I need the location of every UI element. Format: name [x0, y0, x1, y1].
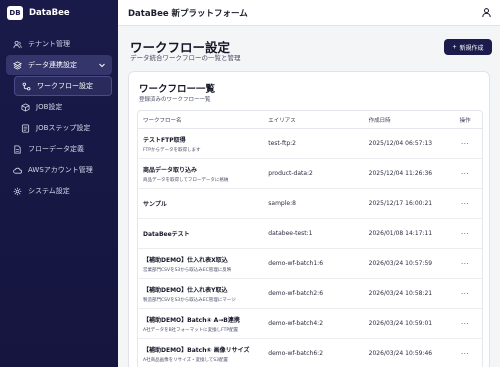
gear-icon — [12, 186, 22, 196]
main-content: ワークフロー設定 データ統合ワークフローの一覧と管理 + 新規作成 ワークフロー… — [118, 27, 500, 367]
column-header-actions: 操作 — [459, 117, 471, 124]
brand-logo: DB — [7, 6, 23, 20]
workflow-name: 【補助DEMO】仕入れ表Y取込 — [143, 286, 228, 294]
workflow-alias: demo-wf-batch6:2 — [268, 350, 324, 357]
sidebar-item-tenant[interactable]: テナント管理 — [6, 34, 112, 54]
workflow-created-at: 2025/12/04 06:57:13 — [368, 140, 433, 147]
app-title: DataBee 新プラットフォーム — [128, 8, 248, 19]
new-button-label: 新規作成 — [459, 45, 484, 52]
workflow-description: A社データをB社フォーマットに変換しFTP配置 — [143, 327, 239, 333]
top-bar: DataBee 新プラットフォーム — [118, 0, 500, 26]
workflow-alias: databee-test:1 — [268, 230, 313, 237]
workflow-name: 商品データ取り込み — [143, 166, 198, 174]
table-row[interactable]: 【補助DEMO】Batch⑥ 画像リサイズ A社商品画像をリサイズ・変換してS3配… — [138, 339, 482, 367]
brand[interactable]: DB DataBee — [0, 0, 118, 26]
workflow-created-at: 2025/12/04 11:26:36 — [368, 170, 433, 177]
new-workflow-button[interactable]: + 新規作成 — [444, 39, 492, 55]
workflow-alias: demo-wf-batch1:6 — [268, 260, 324, 267]
workflow-table: ワークフロー名 エイリアス 作成日時 操作 テストFTP取得 FTPからデータを取… — [137, 110, 483, 367]
user-icon[interactable] — [481, 7, 492, 18]
table-row[interactable]: 【補助DEMO】Batch④ A→B連携 A社データをB社フォーマットに変換しFT… — [138, 309, 482, 339]
workflow-description: A社商品画像をリサイズ・変換してS3配置 — [143, 357, 229, 363]
sidebar-item-job[interactable]: JOB設定 — [14, 97, 112, 117]
workflow-icon — [21, 81, 31, 91]
sidebar-item-workflow[interactable]: ワークフロー設定 — [14, 76, 112, 96]
page-subtitle: データ統合ワークフローの一覧と管理 — [130, 54, 241, 62]
more-actions-icon[interactable]: ··· — [448, 140, 482, 148]
column-header-name[interactable]: ワークフロー名 — [138, 116, 268, 124]
layers-icon — [12, 60, 22, 70]
workflow-created-at: 2026/03/24 10:59:46 — [368, 350, 433, 357]
table-row[interactable]: 商品データ取り込み商品データを取得してフローデータに格納 product-dat… — [138, 159, 482, 189]
sidebar-nav: テナント管理 データ連携設定 ワークフロー設定 JOB設定 JOBステップ設定 … — [0, 26, 118, 201]
workflow-description: 製造部門CSVをS3から取込みEC管理にマージ — [143, 297, 236, 303]
workflow-name: 【補助DEMO】Batch⑥ 画像リサイズ — [143, 346, 250, 354]
table-row[interactable]: サンプル sample:8 2025/12/17 16:00:21 ··· — [138, 189, 482, 219]
more-actions-icon[interactable]: ··· — [448, 230, 482, 238]
sidebar-item-label: システム設定 — [28, 187, 70, 195]
workflow-description: 営業部門CSVをS3から取込みEC管理に反映 — [143, 267, 232, 273]
list-icon — [20, 123, 30, 133]
workflow-created-at: 2026/03/24 10:59:01 — [368, 320, 433, 327]
column-header-created[interactable]: 作成日時 — [369, 116, 449, 124]
sidebar-item-label: フローデータ定義 — [28, 145, 84, 153]
sidebar-item-aws[interactable]: AWSアカウント管理 — [6, 160, 112, 180]
workflow-alias: demo-wf-batch2:6 — [268, 290, 324, 297]
chevron-down-icon — [99, 63, 105, 68]
workflow-name: サンプル — [143, 201, 167, 208]
sidebar-item-label: JOBステップ設定 — [36, 124, 91, 132]
more-actions-icon[interactable]: ··· — [448, 170, 482, 178]
workflow-name: テストFTP取得 — [143, 136, 186, 144]
sidebar: DB DataBee テナント管理 データ連携設定 ワークフロー設定 JOB設定… — [0, 0, 118, 367]
table-header: ワークフロー名 エイリアス 作成日時 操作 — [138, 111, 482, 129]
sidebar-item-system[interactable]: システム設定 — [6, 181, 112, 201]
workflow-name: 【補助DEMO】仕入れ表X取込 — [143, 256, 228, 264]
workflow-description: FTPからデータを取得します — [143, 147, 201, 153]
table-row[interactable]: 【補助DEMO】仕入れ表X取込 営業部門CSVをS3から取込みEC管理に反映 de… — [138, 249, 482, 279]
workflow-name: DataBeeテスト — [143, 231, 190, 238]
workflow-created-at: 2026/03/24 10:58:21 — [368, 290, 433, 297]
workflow-list-card: ワークフロー一覧 登録済みのワークフロー一覧 ワークフロー名 エイリアス 作成日… — [128, 71, 490, 367]
plus-icon: + — [452, 43, 457, 51]
card-title: ワークフロー一覧 — [139, 84, 216, 95]
column-header-alias[interactable]: エイリアス — [268, 116, 368, 124]
more-actions-icon[interactable]: ··· — [448, 200, 482, 208]
sidebar-item-label: データ連携設定 — [28, 61, 77, 69]
table-row[interactable]: 【補助DEMO】仕入れ表Y取込製造部門CSVをS3から取込みEC管理にマージ d… — [138, 279, 482, 309]
workflow-created-at: 2026/01/08 14:17:11 — [368, 230, 433, 237]
table-row[interactable]: DataBeeテスト databee-test:1 2026/01/08 14:… — [138, 219, 482, 249]
more-actions-icon[interactable]: ··· — [448, 290, 482, 298]
sidebar-item-label: ワークフロー設定 — [37, 82, 93, 90]
workflow-alias: test-ftp:2 — [268, 140, 296, 147]
workflow-description: 商品データを取得してフローデータに格納 — [143, 177, 229, 183]
more-actions-icon[interactable]: ··· — [448, 350, 482, 358]
workflow-alias: sample:8 — [268, 200, 296, 207]
sidebar-item-job-step[interactable]: JOBステップ設定 — [14, 118, 112, 138]
sidebar-item-label: テナント管理 — [28, 40, 70, 48]
more-actions-icon[interactable]: ··· — [448, 320, 482, 328]
sidebar-item-label: AWSアカウント管理 — [28, 166, 93, 174]
workflow-alias: product-data:2 — [268, 170, 313, 177]
users-icon — [12, 39, 22, 49]
brand-name: DataBee — [29, 8, 70, 18]
table-row[interactable]: テストFTP取得 FTPからデータを取得します test-ftp:2 2025/1… — [138, 129, 482, 159]
more-actions-icon[interactable]: ··· — [448, 260, 482, 268]
sidebar-item-label: JOB設定 — [36, 103, 63, 111]
cloud-icon — [12, 165, 22, 175]
file-icon — [12, 144, 22, 154]
workflow-name: 【補助DEMO】Batch④ A→B連携 — [143, 316, 240, 324]
card-subtitle: 登録済みのワークフロー一覧 — [139, 97, 211, 103]
workflow-created-at: 2025/12/17 16:00:21 — [368, 200, 433, 207]
workflow-alias: demo-wf-batch4:2 — [268, 320, 324, 327]
sidebar-item-data-integration[interactable]: データ連携設定 — [6, 55, 112, 75]
workflow-created-at: 2026/03/24 10:57:59 — [368, 260, 433, 267]
sidebar-item-flow-data[interactable]: フローデータ定義 — [6, 139, 112, 159]
cube-icon — [20, 102, 30, 112]
